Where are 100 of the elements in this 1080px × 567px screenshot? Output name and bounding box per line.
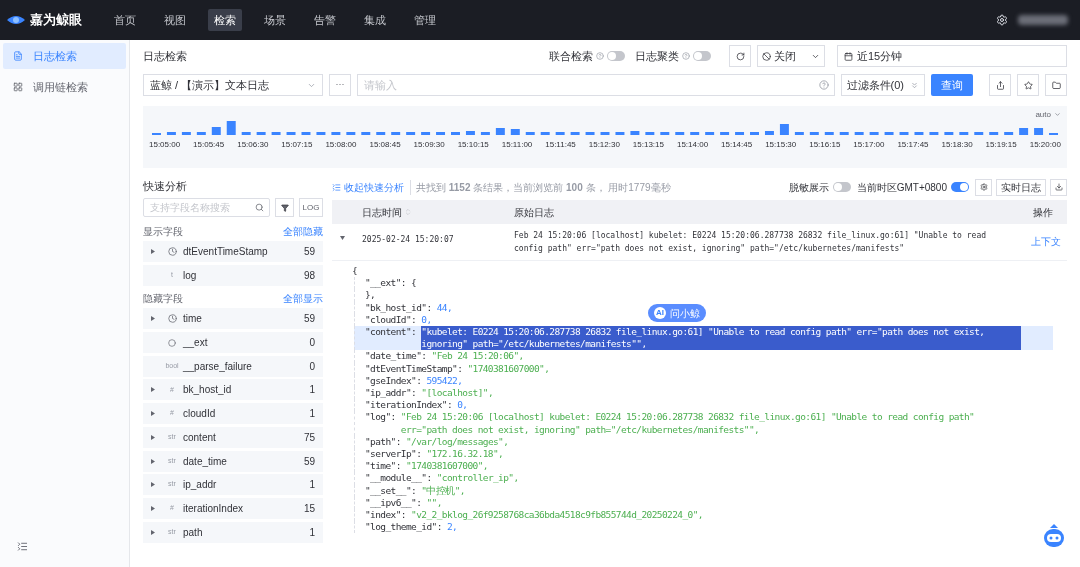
json-key: "cloudId":: [365, 313, 422, 326]
nav-tab[interactable]: 集成: [358, 8, 392, 32]
json-value: 0,: [421, 313, 432, 326]
help-icon: [682, 52, 690, 60]
toggle-switch[interactable]: [607, 51, 625, 61]
axis-label: 15:11:45: [545, 139, 576, 151]
sidebar-item[interactable]: 调用链检索: [3, 74, 126, 100]
field-count: 0: [309, 336, 315, 351]
json-key: "__set__":: [365, 484, 422, 497]
refresh-icon: [735, 51, 745, 61]
collapse-icon[interactable]: [17, 541, 28, 552]
expand-triangle-icon[interactable]: [151, 387, 155, 393]
field-count: 1: [309, 478, 315, 493]
field-count: 1: [309, 383, 315, 398]
group-action-link[interactable]: 全部显示: [283, 290, 323, 306]
group-title: 显示字段: [143, 224, 183, 239]
favorite-button[interactable]: [1017, 74, 1039, 96]
ai-assistant-button[interactable]: AI 问小鲸: [648, 304, 706, 322]
filter-button[interactable]: 过滤条件(0): [840, 74, 925, 96]
collapse-icon: [332, 182, 341, 192]
json-key: "time":: [365, 460, 406, 473]
chevron-down-icon: [1054, 111, 1061, 118]
settings-icon[interactable]: [996, 14, 1008, 26]
toggle-label: 当前时区GMT+0800: [856, 180, 947, 195]
filter-icon-button[interactable]: [275, 198, 294, 217]
result-summary: 共找到 1152 条结果，当前浏览前 100 条， 用时1779毫秒: [410, 179, 671, 195]
share-icon: [995, 80, 1005, 90]
expand-triangle-icon[interactable]: [151, 316, 155, 322]
expand-triangle-icon[interactable]: [151, 529, 155, 535]
star-icon: [1023, 80, 1033, 90]
axis-label: 15:20:00: [1029, 139, 1061, 151]
nav-tab[interactable]: 场景: [258, 8, 292, 32]
toggle-switch[interactable]: [693, 51, 711, 61]
field-row[interactable]: __ext 0: [143, 332, 323, 354]
group-title: 隐藏字段: [143, 291, 183, 306]
expand-triangle-icon[interactable]: [151, 482, 155, 488]
json-value: 44,: [436, 301, 453, 314]
log-button[interactable]: LOG: [299, 198, 323, 217]
expand-triangle-icon[interactable]: [151, 249, 155, 254]
settings-button[interactable]: [975, 178, 992, 196]
index-select[interactable]: 蓝鲸 / 【演示】文本日志: [143, 74, 323, 96]
toggle-switch[interactable]: [951, 182, 969, 192]
json-value: 0,: [457, 399, 468, 412]
expand-triangle-icon[interactable]: [151, 411, 155, 417]
axis-label: 15:12:30: [588, 139, 620, 151]
axis-label: 15:13:15: [632, 139, 664, 151]
filter-icon: [280, 203, 289, 212]
ai-assistant-label: 问小鲸: [670, 306, 700, 321]
refresh-button[interactable]: [729, 45, 751, 67]
field-name: ip_addr: [183, 478, 217, 493]
json-key: "iterationIndex":: [365, 399, 458, 412]
nav-tab[interactable]: 管理: [408, 8, 442, 32]
expand-triangle-icon[interactable]: [151, 505, 155, 511]
search-icon[interactable]: [255, 203, 264, 212]
column-header[interactable]: 日志时间: [362, 204, 514, 220]
nav-tab[interactable]: 首页: [108, 8, 142, 32]
toggle-switch[interactable]: [832, 182, 851, 192]
clock-icon: [167, 247, 177, 256]
column-header: 原始日志: [514, 205, 554, 220]
json-key: "path":: [365, 435, 406, 449]
json-value: "kubelet: E0224 15:20:06.287738 26832 file_linux.go:61] "Unable to read config path" err="path does not exist, ignoring" path="/etc/kubernetes/manifests"",: [421, 326, 1022, 351]
help-icon: [596, 52, 604, 60]
json-value: {: [352, 265, 358, 278]
expand-triangle-icon[interactable]: [339, 236, 345, 240]
axis-label: 15:06:30: [237, 139, 269, 151]
blurred-user-name[interactable]: [1018, 15, 1068, 25]
document-icon: [13, 51, 23, 61]
share-button[interactable]: [989, 74, 1011, 96]
field-name: path: [183, 525, 203, 540]
auto-refresh-select[interactable]: 关闭: [757, 45, 825, 67]
expand-triangle-icon[interactable]: [151, 458, 155, 464]
field-name: log: [183, 268, 197, 283]
calendar-icon: [844, 51, 853, 61]
axis-label: 15:16:15: [809, 139, 841, 151]
sort-icon: [404, 208, 412, 216]
group-action-link[interactable]: 全部隐藏: [283, 223, 323, 239]
field-count: 0: [309, 359, 315, 374]
folder-button[interactable]: [1045, 74, 1067, 96]
json-value: },: [365, 289, 376, 302]
collapse-quick-analysis-link[interactable]: 收起快速分析: [332, 179, 404, 195]
interval-select[interactable]: auto: [1035, 109, 1061, 120]
json-value: "v2_2_bklog_26f9258768ca36bda4518c9fb855744d_20250224_0",: [411, 509, 703, 522]
eye-logo-icon: [6, 14, 26, 26]
nav-tab[interactable]: 告警: [308, 8, 342, 32]
field-row[interactable]: dtEventTimeStamp 59: [143, 241, 323, 262]
axis-label: 15:18:30: [941, 139, 973, 151]
context-link[interactable]: 上下文: [1031, 229, 1061, 249]
json-value: "Feb 24 15:20:06",: [431, 350, 524, 363]
time-range-picker[interactable]: 近15分钟: [837, 45, 1067, 67]
double-chevron-icon: [910, 80, 919, 90]
json-key: "__ipv6__":: [365, 496, 427, 510]
nav-tab[interactable]: 检索: [208, 8, 242, 32]
nav-tab[interactable]: 视图: [158, 8, 192, 32]
axis-label: 15:07:15: [281, 139, 313, 151]
search-button[interactable]: 查询: [931, 74, 973, 96]
more-button[interactable]: ···: [329, 74, 351, 96]
realtime-log-button[interactable]: 实时日志: [996, 178, 1046, 196]
field-row[interactable]: time 59: [143, 308, 323, 330]
axis-label: 15:05:45: [193, 139, 225, 151]
expand-triangle-icon[interactable]: [151, 434, 155, 440]
